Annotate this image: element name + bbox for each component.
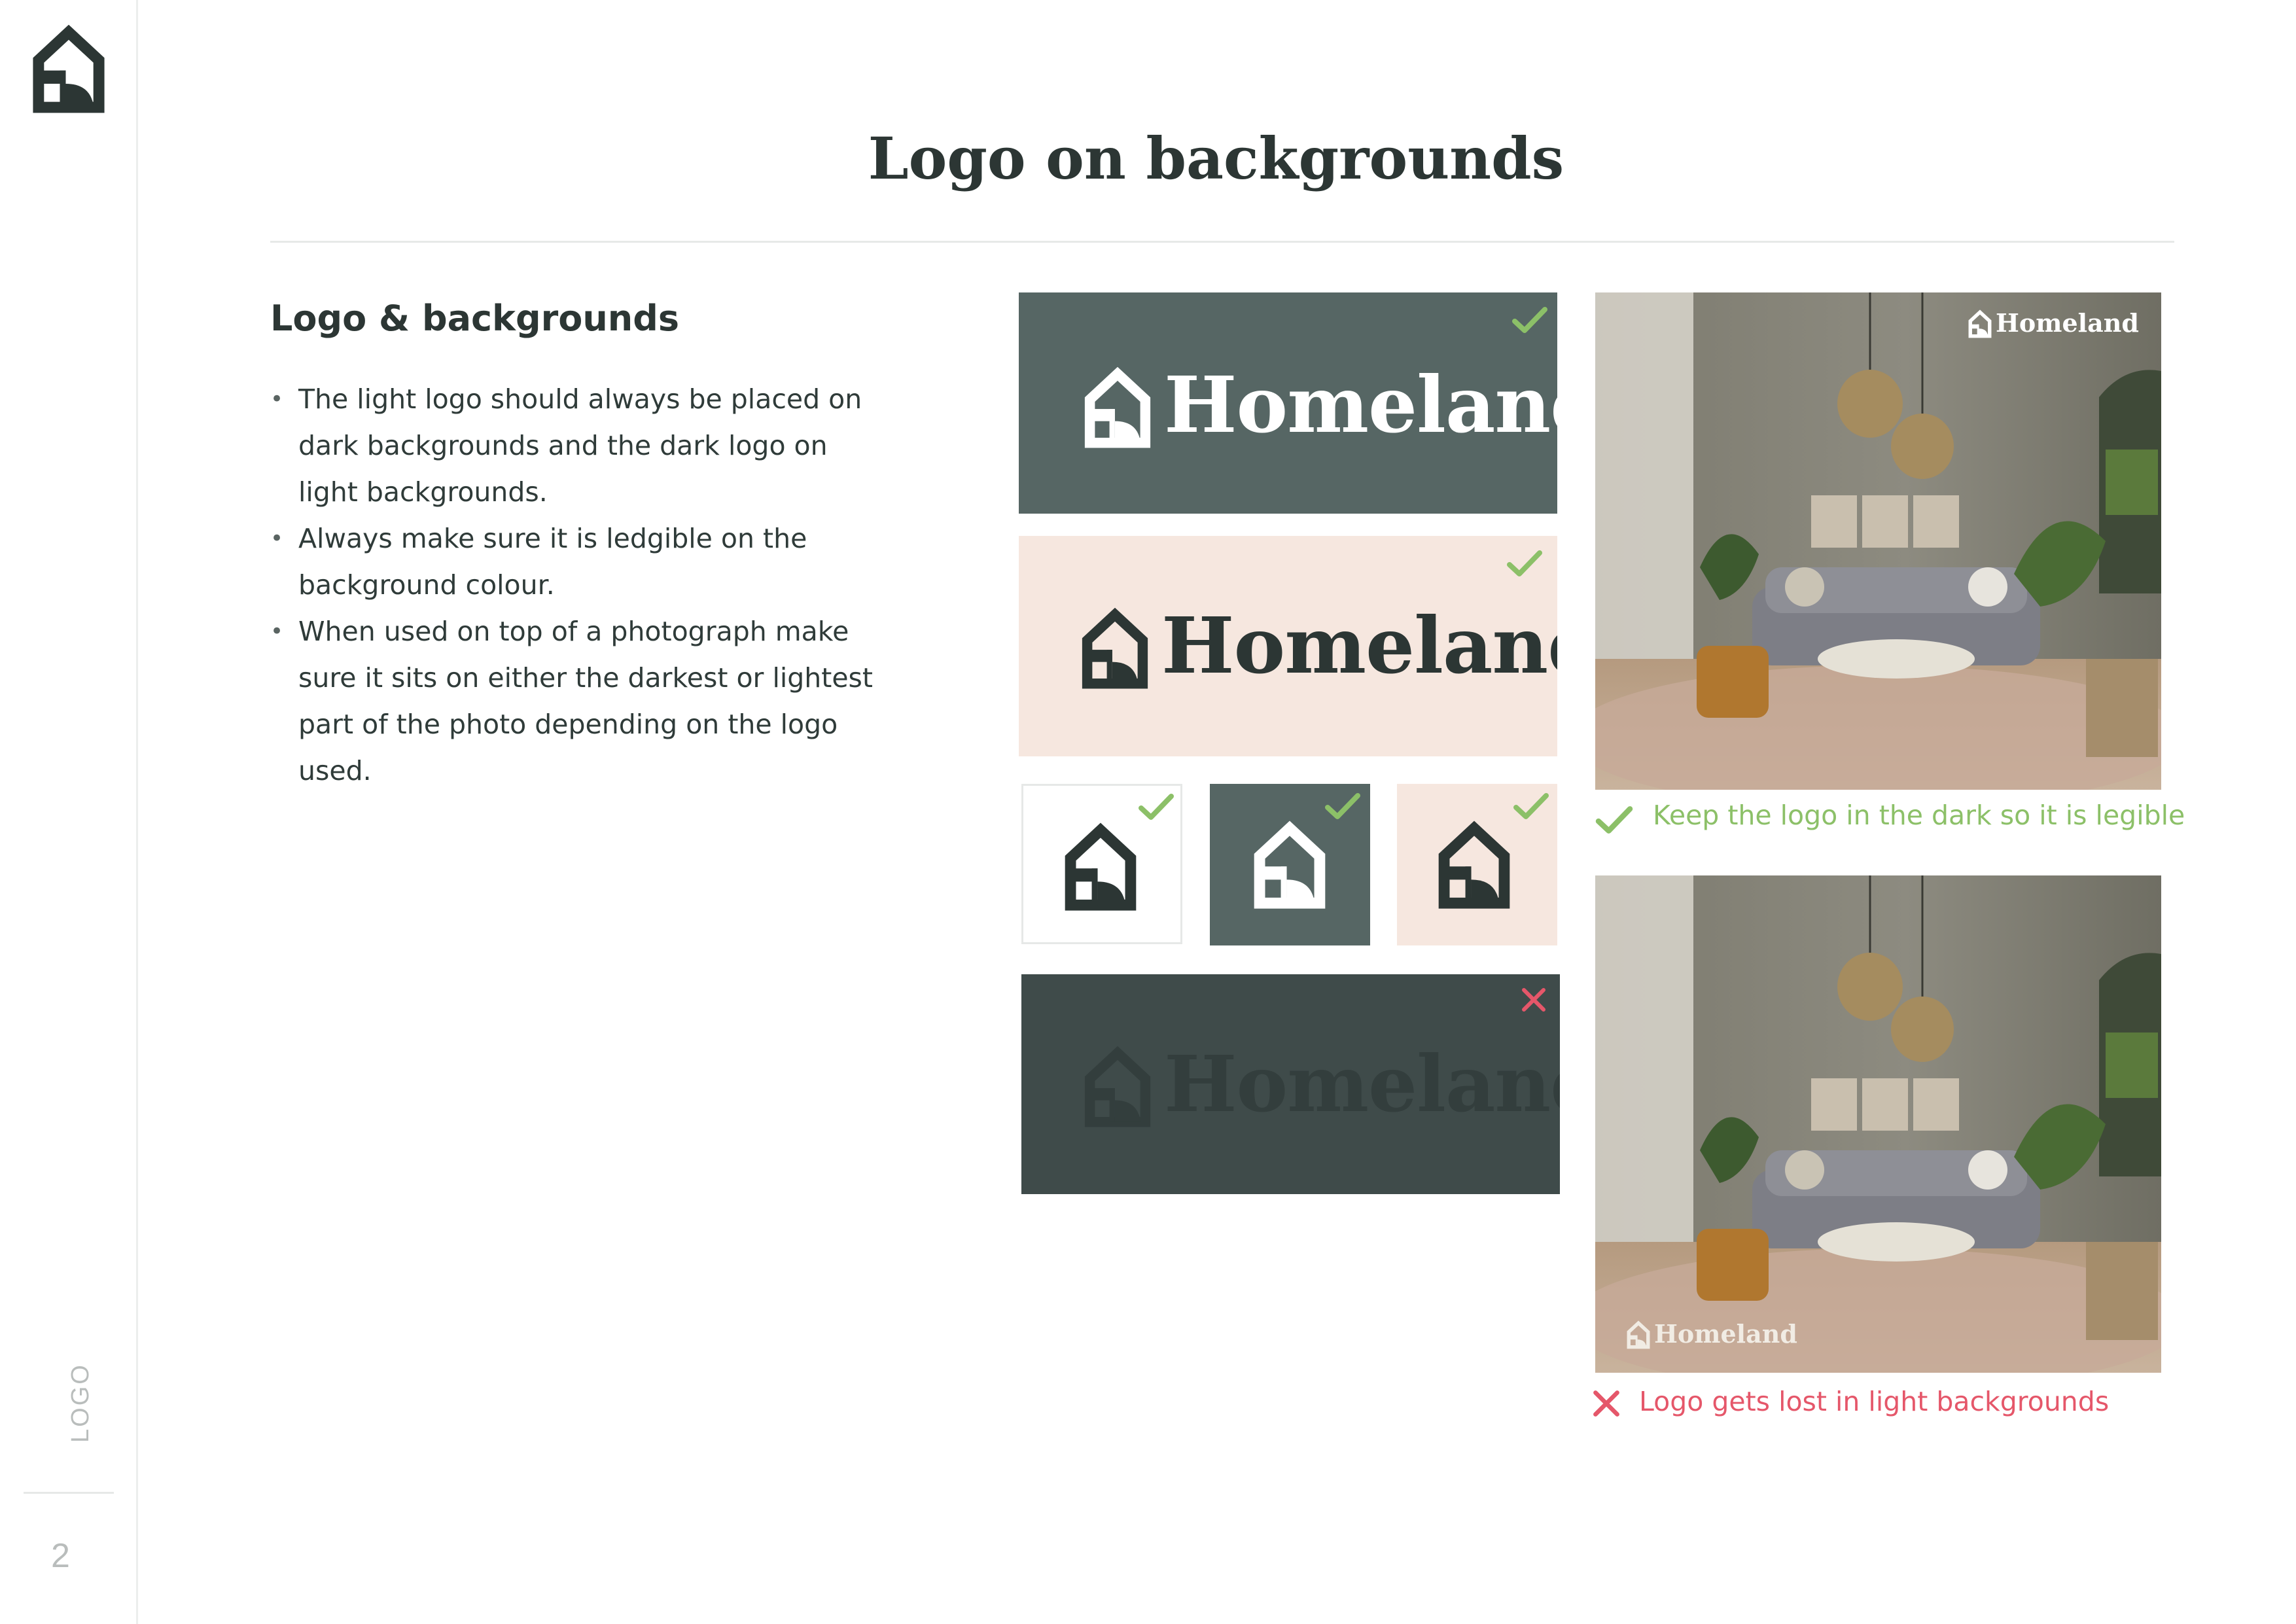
section-label: LOGO: [67, 1363, 94, 1443]
house-logo-icon: [1968, 309, 1992, 338]
house-logo-icon: [1083, 1046, 1152, 1127]
check-icon: [1507, 549, 1542, 578]
caption-correct: Keep the logo in the dark so it is legib…: [1653, 800, 2185, 831]
house-logo-icon: [1064, 822, 1137, 911]
house-logo-icon: [1253, 821, 1326, 909]
logo-panel-dark-on-light: Homeland: [1019, 536, 1557, 756]
house-logo-icon: [1627, 1320, 1650, 1349]
house-logo-icon: [1083, 367, 1152, 448]
check-icon: [1512, 306, 1547, 334]
section-subheading: Logo & backgrounds: [270, 298, 680, 339]
house-logo-icon: [1438, 821, 1511, 909]
guideline-item: Always make sure it is ledgible on the b…: [270, 516, 879, 609]
icon-tile-slate: [1210, 784, 1370, 945]
page-title: Logo on backgrounds: [868, 124, 1564, 192]
room-photo-logo-light-area: Homeland: [1595, 875, 2161, 1373]
house-logo-icon: [1080, 608, 1150, 689]
cross-icon: [1521, 987, 1546, 1012]
title-divider: [270, 241, 2174, 243]
cross-icon: [1593, 1390, 1620, 1417]
icon-tile-white: [1021, 784, 1182, 944]
check-icon: [1513, 792, 1549, 821]
sidebar-divider: [24, 1492, 114, 1494]
guideline-item: When used on top of a photograph make su…: [270, 609, 879, 794]
photo-wordmark: Homeland: [1654, 1319, 1797, 1349]
photo-wordmark: Homeland: [1996, 308, 2139, 338]
icon-tile-blush: [1397, 784, 1557, 945]
guideline-list: The light logo should always be placed o…: [270, 376, 879, 794]
check-icon: [1139, 792, 1174, 821]
caption-incorrect: Logo gets lost in light backgrounds: [1639, 1386, 2110, 1417]
room-photo-logo-dark-area: Homeland: [1595, 292, 2161, 790]
page-number: 2: [51, 1537, 70, 1575]
check-icon: [1595, 805, 1633, 835]
guideline-item: The light logo should always be placed o…: [270, 376, 879, 516]
living-room-illustration: [1595, 292, 2161, 790]
living-room-illustration: [1595, 875, 2161, 1373]
wordmark: Homeland: [1164, 359, 1557, 450]
wordmark: Homeland: [1164, 1038, 1560, 1129]
check-icon: [1325, 792, 1360, 821]
house-logo-icon: [30, 25, 107, 113]
wordmark: Homeland: [1161, 600, 1557, 691]
logo-panel-dark-on-dark: Homeland: [1021, 974, 1560, 1194]
logo-panel-light-on-dark: Homeland: [1019, 292, 1557, 514]
